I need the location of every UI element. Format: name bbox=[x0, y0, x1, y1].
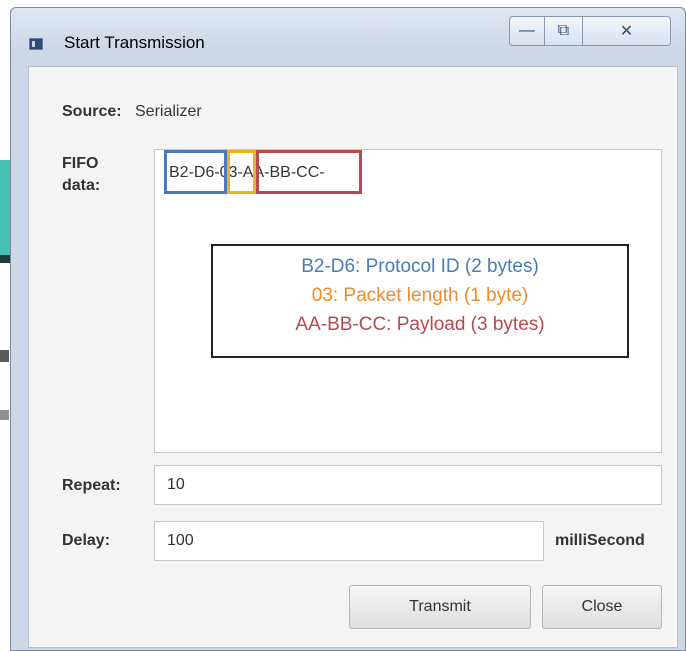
source-value: Serializer bbox=[135, 103, 202, 120]
legend-length-line: 03: Packet length (1 byte) bbox=[311, 285, 529, 306]
start-transmission-dialog: Start Transmission — ⧉ ✕ Source: Seriali… bbox=[10, 7, 686, 651]
payload-highlight bbox=[256, 150, 362, 194]
window-app-icon bbox=[29, 38, 43, 50]
protocol-id-highlight bbox=[164, 150, 227, 194]
maximize-icon: ⧉ bbox=[557, 22, 570, 39]
minimize-icon: — bbox=[519, 22, 535, 39]
fifo-label-line1: FIFO bbox=[62, 155, 99, 172]
repeat-label: Repeat: bbox=[62, 477, 121, 494]
dialog-content: Source: Serializer FIFO data: B2-D6-03-A… bbox=[28, 66, 678, 648]
delay-input[interactable]: 100 bbox=[154, 521, 544, 561]
delay-value: 100 bbox=[167, 532, 194, 549]
fifo-data-textarea[interactable]: B2-D6-03-AA-BB-CC- B2-D6: Protocol ID (2… bbox=[154, 149, 662, 453]
repeat-input[interactable]: 10 bbox=[154, 465, 662, 505]
packet-length-highlight bbox=[227, 150, 256, 194]
fifo-label-line2: data: bbox=[62, 177, 101, 194]
legend-payload-line: AA-BB-CC: Payload (3 bytes) bbox=[295, 314, 545, 335]
annotation-legend-box: B2-D6: Protocol ID (2 bytes) 03: Packet … bbox=[211, 244, 629, 358]
close-window-button[interactable]: ✕ bbox=[583, 16, 671, 46]
background-window-strip bbox=[0, 410, 9, 420]
repeat-value: 10 bbox=[167, 476, 185, 493]
delay-label: Delay: bbox=[62, 532, 111, 549]
maximize-button[interactable]: ⧉ bbox=[545, 16, 583, 46]
minimize-button[interactable]: — bbox=[509, 16, 545, 46]
window-title: Start Transmission bbox=[64, 33, 205, 52]
dialog-body: Source: Serializer FIFO data: B2-D6-03-A… bbox=[29, 67, 677, 647]
transmit-button[interactable]: Transmit bbox=[349, 585, 531, 629]
title-bar[interactable]: Start Transmission — ⧉ ✕ bbox=[11, 8, 685, 66]
source-label: Source: bbox=[62, 103, 122, 120]
background-window-strip bbox=[0, 350, 9, 362]
delay-unit-label: milliSecond bbox=[555, 532, 645, 549]
close-button[interactable]: Close bbox=[542, 585, 662, 629]
legend-protocol-line: B2-D6: Protocol ID (2 bytes) bbox=[301, 256, 539, 277]
fifo-data-label: FIFO data: bbox=[62, 153, 122, 197]
close-icon: ✕ bbox=[619, 23, 634, 40]
